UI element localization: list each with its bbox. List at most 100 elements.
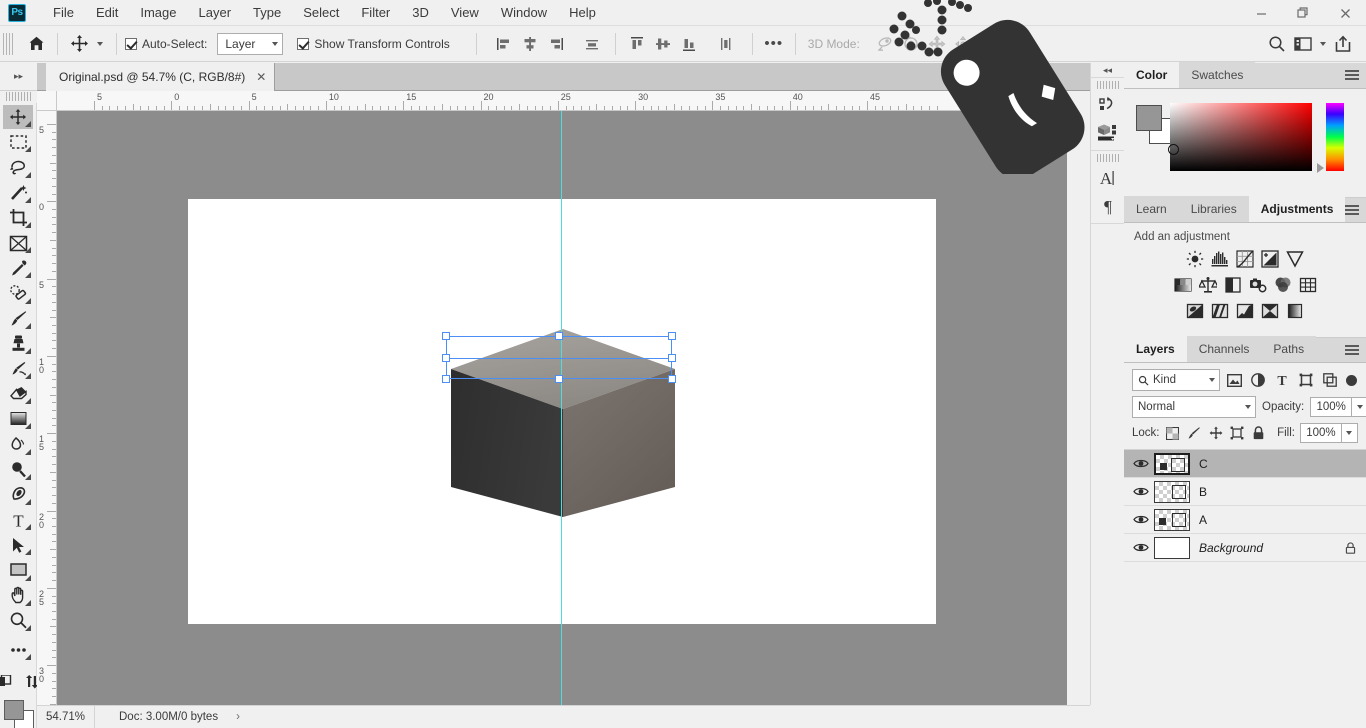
3d-icon[interactable]: [1091, 119, 1125, 147]
auto-select-checkbox-group[interactable]: Auto-Select:: [125, 37, 211, 51]
paragraph-icon[interactable]: ¶: [1091, 192, 1125, 220]
toolbar-grip[interactable]: [6, 92, 32, 101]
options-bar-grip[interactable]: [3, 32, 13, 55]
blend-mode-dropdown[interactable]: Normal: [1132, 396, 1256, 418]
align-left-edges-icon[interactable]: [491, 31, 517, 57]
character-icon[interactable]: A: [1091, 164, 1125, 192]
hue-strip-cursor[interactable]: [1317, 163, 1324, 173]
layer-thumbnail[interactable]: [1154, 508, 1190, 531]
filter-type-icon[interactable]: T: [1272, 370, 1292, 390]
magic-wand-tool[interactable]: [3, 181, 33, 205]
vertical-guide[interactable]: [561, 111, 562, 705]
search-icon[interactable]: [1264, 31, 1290, 57]
crop-tool[interactable]: [3, 206, 33, 230]
zoom-level[interactable]: 54.71%: [37, 705, 95, 728]
color-balance-icon[interactable]: [1198, 275, 1218, 295]
spot-healing-brush-tool[interactable]: [3, 281, 33, 305]
color-lookup-icon[interactable]: [1298, 275, 1318, 295]
type-tool[interactable]: T: [3, 508, 33, 532]
layer-visibility-toggle[interactable]: [1128, 542, 1154, 553]
color-panel-menu-icon[interactable]: [1345, 70, 1359, 82]
color-field-cursor[interactable]: [1168, 144, 1179, 155]
lock-image-pixels-icon[interactable]: [1186, 424, 1203, 442]
photo-filter-icon[interactable]: [1248, 275, 1268, 295]
menu-help[interactable]: Help: [558, 0, 607, 26]
lock-all-icon[interactable]: [1251, 424, 1268, 442]
transform-handle-middle-left[interactable]: [442, 354, 450, 362]
auto-select-checkbox[interactable]: [125, 37, 137, 50]
quick-mask-toggle[interactable]: [0, 669, 13, 695]
tab-layers[interactable]: Layers: [1124, 336, 1187, 362]
layer-visibility-toggle[interactable]: [1128, 458, 1154, 469]
hue-strip-picker[interactable]: [1326, 103, 1344, 171]
levels-icon[interactable]: [1210, 249, 1230, 269]
transform-handle-top-right[interactable]: [668, 332, 676, 340]
fill-chevron-down-icon[interactable]: [1341, 423, 1358, 443]
horizontal-ruler[interactable]: 5 0 5 10 15 20 25 30 35 40 45: [57, 91, 1067, 111]
curves-icon[interactable]: [1235, 249, 1255, 269]
tab-adjustments[interactable]: Adjustments: [1248, 196, 1346, 222]
show-transform-checkbox[interactable]: [297, 37, 310, 50]
menu-type[interactable]: Type: [242, 0, 292, 26]
adjustments-panel-menu-icon[interactable]: [1345, 205, 1359, 217]
pen-tool[interactable]: [3, 483, 33, 507]
toolbar-collapse-button[interactable]: ▸▸: [0, 63, 37, 91]
menu-window[interactable]: Window: [490, 0, 558, 26]
hand-tool[interactable]: [3, 584, 33, 608]
transform-handle-top-center[interactable]: [555, 332, 563, 340]
gradient-map-icon[interactable]: [1285, 301, 1305, 321]
eraser-tool[interactable]: [3, 382, 33, 406]
zoom-tool[interactable]: [3, 609, 33, 633]
ruler-corner[interactable]: [37, 91, 57, 111]
lock-artboard-icon[interactable]: [1229, 424, 1246, 442]
menu-file[interactable]: File: [42, 0, 85, 26]
layer-name[interactable]: A: [1199, 513, 1207, 527]
channel-mixer-icon[interactable]: [1273, 275, 1293, 295]
layer-filter-kind-dropdown[interactable]: Kind: [1132, 369, 1220, 391]
tab-color[interactable]: Color: [1124, 62, 1180, 88]
dodge-tool[interactable]: [3, 458, 33, 482]
layer-row-a[interactable]: A: [1124, 506, 1366, 534]
menu-layer[interactable]: Layer: [188, 0, 243, 26]
foreground-color-swatch[interactable]: [4, 700, 24, 721]
menu-3d[interactable]: 3D: [401, 0, 440, 26]
tab-swatches[interactable]: Swatches: [1179, 62, 1256, 88]
color-panel-foreground-swatch[interactable]: [1136, 105, 1162, 131]
minimize-button[interactable]: [1240, 0, 1282, 26]
layers-panel-menu-icon[interactable]: [1345, 345, 1359, 357]
filter-smart-icon[interactable]: [1320, 370, 1340, 390]
transform-handle-bottom-right[interactable]: [668, 375, 676, 383]
selective-color-icon[interactable]: [1260, 301, 1280, 321]
status-expand-icon[interactable]: ›: [236, 711, 240, 723]
maximize-button[interactable]: [1282, 0, 1324, 26]
exposure-icon[interactable]: [1260, 249, 1280, 269]
layer-visibility-toggle[interactable]: [1128, 486, 1154, 497]
filter-shape-icon[interactable]: [1296, 370, 1316, 390]
document-tab[interactable]: Original.psd @ 54.7% (C, RGB/8#) ✕: [46, 63, 276, 91]
posterize-icon[interactable]: [1210, 301, 1230, 321]
layer-visibility-toggle[interactable]: [1128, 514, 1154, 525]
align-horizontal-centers-icon[interactable]: [517, 31, 543, 57]
transform-handle-bottom-center[interactable]: [555, 375, 563, 383]
brightness-contrast-icon[interactable]: [1185, 249, 1205, 269]
dock-collapse-button[interactable]: ◂◂: [1091, 63, 1124, 77]
lock-position-icon[interactable]: [1208, 424, 1225, 442]
menu-edit[interactable]: Edit: [85, 0, 129, 26]
layer-thumbnail[interactable]: [1154, 452, 1190, 475]
color-panel-swatches[interactable]: [1136, 105, 1175, 144]
history-brush-tool[interactable]: [3, 357, 33, 381]
edit-toolbar-tool[interactable]: [3, 638, 33, 662]
artboard[interactable]: [188, 199, 936, 624]
layer-name[interactable]: B: [1199, 485, 1207, 499]
hue-saturation-icon[interactable]: [1173, 275, 1193, 295]
align-right-edges-icon[interactable]: [543, 31, 569, 57]
slide-3d-icon[interactable]: [950, 31, 976, 57]
distribute-horizontal-icon[interactable]: [579, 31, 605, 57]
distribute-vertical-icon[interactable]: [712, 31, 738, 57]
layer-row-background[interactable]: Background: [1124, 534, 1366, 562]
lasso-tool[interactable]: [3, 155, 33, 179]
camera-3d-icon[interactable]: [976, 31, 1002, 57]
filter-adjustment-icon[interactable]: [1248, 370, 1268, 390]
share-icon[interactable]: [1330, 31, 1356, 57]
invert-icon[interactable]: [1185, 301, 1205, 321]
